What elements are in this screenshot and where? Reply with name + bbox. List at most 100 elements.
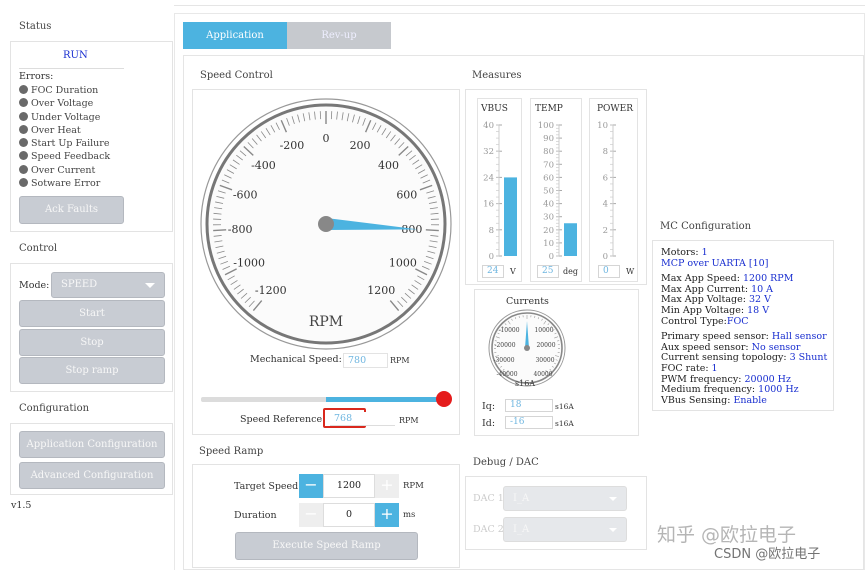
execute-speed-ramp-button[interactable]: Execute Speed Ramp	[235, 532, 418, 560]
speed-slider-handle[interactable]	[436, 391, 452, 407]
meter-tick-label: 8	[489, 226, 494, 236]
dac2-select[interactable]: I_A	[503, 517, 627, 542]
duration-unit: ms	[403, 510, 416, 520]
temp-unit: deg	[563, 267, 578, 276]
error-item: Over Current	[19, 164, 110, 177]
mc-config-value: 1000 Hz	[758, 384, 799, 396]
temp-value: 25	[537, 265, 559, 278]
start-button[interactable]: Start	[19, 300, 165, 327]
status-title: Status	[19, 21, 52, 32]
error-item: Over Voltage	[19, 97, 110, 110]
error-item: FOC Duration	[19, 84, 110, 97]
mc-config-key: Max App Current:	[661, 283, 752, 295]
status-led-icon	[19, 124, 28, 134]
mc-config-line: VBus Sensing: Enable	[661, 394, 833, 407]
status-led-icon	[19, 85, 28, 94]
error-item: Under Voltage	[19, 111, 110, 124]
debug-title: Debug / DAC	[473, 457, 539, 468]
stop-button[interactable]: Stop	[19, 329, 165, 356]
gauge-tick-label: 800	[401, 223, 422, 236]
error-item: Over Heat	[19, 124, 110, 137]
gauge-unit-label: RPM	[309, 314, 343, 330]
target-speed-unit: RPM	[403, 481, 424, 491]
stop-ramp-button[interactable]: Stop ramp	[19, 357, 165, 384]
csdn-watermark: CSDN @欧拉电子	[714, 543, 821, 562]
mc-config-key: Current sensing topology:	[661, 352, 790, 364]
meter-tick-label: 60	[543, 173, 554, 183]
tab-rev-up[interactable]: Rev-up	[287, 22, 391, 49]
advanced-configuration-button[interactable]: Advanced Configuration	[19, 462, 165, 489]
target-speed-input[interactable]: 1200	[323, 474, 375, 498]
currents-tick-label: 20000	[536, 342, 555, 349]
mc-config-key: Min App Voltage:	[661, 304, 748, 316]
target-speed-plus-button[interactable]: +	[375, 474, 399, 498]
mc-config-value: Enable	[733, 394, 767, 406]
tab-application[interactable]: Application	[183, 22, 287, 49]
status-led-icon	[19, 98, 28, 108]
meter-bar	[564, 223, 577, 256]
target-speed-minus-button[interactable]: −	[299, 474, 323, 498]
mc-config-key: Control Type:	[661, 315, 727, 327]
status-led-icon	[19, 178, 28, 188]
power-value: 0	[598, 265, 620, 278]
application-configuration-button[interactable]: Application Configuration	[19, 431, 165, 458]
mc-config-value: No sensor	[751, 341, 801, 353]
currents-tick-label: 30000	[535, 357, 554, 364]
meter-tick-label: 16	[483, 200, 494, 210]
dac1-select[interactable]: I_A	[503, 486, 627, 511]
error-label: Sotware Error	[31, 178, 101, 190]
status-led-icon	[19, 138, 28, 148]
mc-config-value: 18 V	[747, 304, 770, 316]
speed-control-panel: -1200 -1000 -800 -600 -400 -200 0 200 400 600 800 1…	[192, 89, 460, 435]
gauge-tick-label: -1200	[255, 284, 287, 297]
gauge-hub	[318, 216, 334, 232]
gauge-tick-label: -600	[233, 189, 258, 202]
duration-label: Duration	[234, 510, 277, 521]
speed-ramp-panel: Target Speed − 1200 + RPM Duration − 0 +…	[192, 464, 460, 568]
debug-panel: DAC 1 I_A DAC 2 I_A	[465, 476, 647, 550]
mc-config-value: MCP over UARTA [10]	[661, 257, 769, 269]
power-unit: W	[626, 267, 635, 276]
status-panel: RUN Errors: FOC Duration Over Voltage Unde…	[10, 41, 173, 232]
meter-tick-label: 40	[483, 121, 494, 131]
currents-tick-label: 40000	[533, 371, 552, 378]
error-label: Under Voltage	[31, 111, 101, 123]
iq-value: 18	[505, 399, 553, 412]
mc-config-key: VBus Sensing:	[661, 394, 734, 406]
meter-tick-label: 50	[543, 187, 554, 197]
version-label: v1.5	[11, 500, 32, 511]
mc-config-value: 1200 RPM	[742, 273, 794, 285]
meter-tick-label: 0	[489, 252, 494, 262]
speed-slider-fill	[326, 397, 444, 402]
dac1-select-value: I_A	[513, 493, 530, 504]
chevron-down-icon	[609, 528, 617, 532]
meter-tick-label: 30	[543, 213, 554, 223]
mc-config-key: PWM frequency:	[661, 373, 745, 385]
error-label: FOC Duration	[31, 85, 99, 96]
mc-config-value: 20000 Hz	[744, 373, 791, 385]
mode-select[interactable]: SPEED	[51, 272, 165, 298]
speed-ref-input[interactable]: 768	[330, 412, 395, 426]
duration-minus-button[interactable]: −	[299, 503, 323, 527]
gauge-tick	[213, 229, 227, 232]
gauge-tick-label: -200	[280, 139, 305, 152]
meter-tick-label: 0	[603, 252, 608, 262]
id-value: -16	[505, 416, 553, 429]
error-label: Over Heat	[31, 124, 81, 136]
mc-config-panel: Motors: 1 MCP over UARTA [10] Max App Spee…	[652, 240, 834, 411]
duration-plus-button[interactable]: +	[375, 503, 399, 527]
gauge-tick-label: -1000	[233, 257, 265, 270]
ack-faults-button[interactable]: Ack Faults	[19, 196, 124, 224]
error-label: Over Current	[31, 164, 96, 176]
meter-tick-label: 32	[483, 147, 494, 157]
temp-meter: TEMP 100 90 80 70 60 50 40 30 20 10 0 25 deg	[530, 98, 582, 282]
duration-input[interactable]: 0	[323, 503, 375, 527]
mc-config-value: 1	[711, 362, 718, 374]
meter-tick-label: 0	[549, 252, 554, 262]
iq-unit: s16A	[555, 402, 574, 411]
mode-label: Mode:	[19, 280, 50, 291]
vbus-unit: V	[510, 267, 516, 276]
error-label: Start Up Failure	[31, 138, 110, 150]
error-label: Speed Feedback	[31, 151, 111, 163]
mc-config-value: 32 V	[748, 294, 771, 306]
